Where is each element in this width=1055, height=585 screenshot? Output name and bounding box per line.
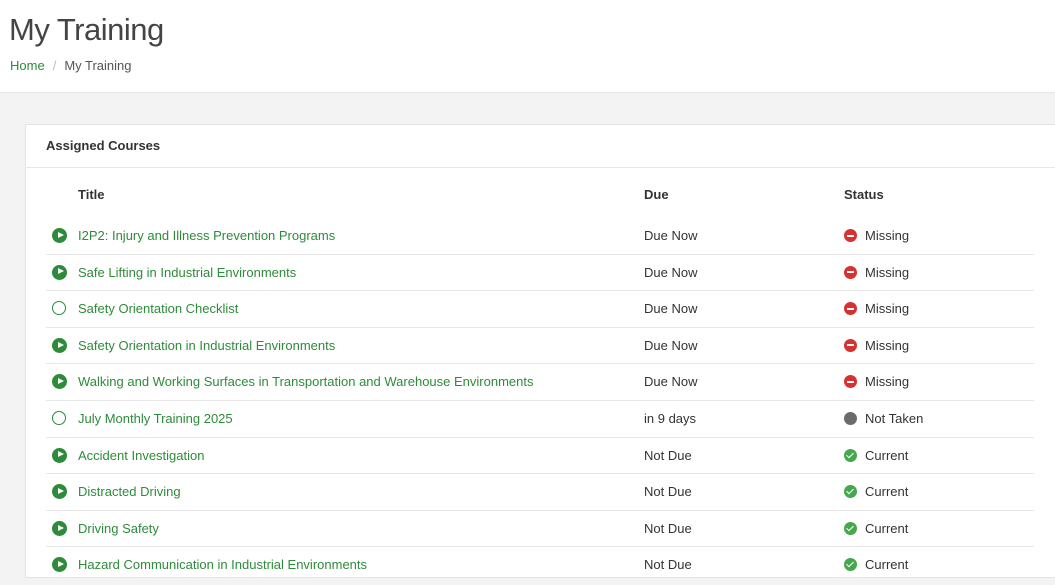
page-header: My Training Home / My Training xyxy=(0,0,1055,93)
play-circle-icon[interactable] xyxy=(52,484,67,500)
table-row: Driving Safety Not Due Current xyxy=(46,511,1034,548)
course-table-body: I2P2: Injury and Illness Prevention Prog… xyxy=(26,218,1055,583)
course-due: Not Due xyxy=(644,520,692,536)
course-title-link[interactable]: Safety Orientation Checklist xyxy=(78,301,238,316)
card-title: Assigned Courses xyxy=(46,138,161,153)
table-row: Accident Investigation Not Due Current xyxy=(46,438,1034,475)
course-due: Not Due xyxy=(644,484,692,500)
breadcrumb-separator: / xyxy=(52,58,57,73)
course-due: Due Now xyxy=(644,374,698,390)
breadcrumb-home-link[interactable]: Home xyxy=(10,58,45,73)
minus-circle-icon xyxy=(844,375,857,389)
course-due: Not Due xyxy=(644,447,692,463)
table-row: I2P2: Injury and Illness Prevention Prog… xyxy=(46,218,1034,255)
open-circle-icon[interactable] xyxy=(52,410,66,425)
column-header-due: Due xyxy=(644,187,669,202)
gray-circle-icon xyxy=(844,411,857,425)
check-circle-icon xyxy=(844,558,857,572)
table-row: July Monthly Training 2025 in 9 days Not T… xyxy=(46,401,1034,438)
table-header: Title Due Status xyxy=(26,168,1055,218)
minus-circle-icon xyxy=(844,265,857,279)
check-circle-icon xyxy=(844,521,857,535)
minus-circle-icon xyxy=(844,229,857,242)
minus-circle-icon xyxy=(844,302,857,316)
play-circle-icon[interactable] xyxy=(52,520,67,536)
open-circle-icon[interactable] xyxy=(52,301,66,316)
play-circle-icon[interactable] xyxy=(52,337,67,353)
course-status: Not Taken xyxy=(865,410,924,426)
course-status: Current xyxy=(865,447,909,463)
course-due: Due Now xyxy=(644,337,698,353)
course-due: Due Now xyxy=(644,301,698,317)
course-due: Due Now xyxy=(644,228,698,243)
play-circle-icon[interactable] xyxy=(52,557,67,573)
course-due: Not Due xyxy=(644,557,692,573)
column-header-status: Status xyxy=(844,187,884,202)
course-status: Missing xyxy=(865,228,910,243)
table-row: Distracted Driving Not Due Current xyxy=(46,474,1034,511)
page-title: My Training xyxy=(9,12,164,47)
breadcrumb-current: My Training xyxy=(64,58,132,73)
card-header: Assigned Courses xyxy=(26,125,1055,168)
course-due: in 9 days xyxy=(644,410,697,426)
play-circle-icon[interactable] xyxy=(52,447,67,463)
course-status: Missing xyxy=(865,337,910,353)
table-row: Safe Lifting in Industrial Environments D… xyxy=(46,255,1034,292)
course-status: Current xyxy=(865,557,909,573)
course-status: Missing xyxy=(865,374,910,390)
table-row: Walking and Working Surfaces in Transpor… xyxy=(46,364,1034,401)
table-row: Hazard Communication in Industrial Envir… xyxy=(46,547,1034,583)
play-circle-icon[interactable] xyxy=(52,374,67,390)
course-status: Missing xyxy=(865,301,910,317)
course-title-link[interactable]: Distracted Driving xyxy=(78,484,181,499)
course-title-link[interactable]: Safe Lifting in Industrial Environments xyxy=(78,265,296,280)
minus-circle-icon xyxy=(844,338,857,352)
course-title-link[interactable]: Accident Investigation xyxy=(78,448,204,463)
table-row: Safety Orientation in Industrial Environ… xyxy=(46,328,1034,365)
course-title-link[interactable]: Hazard Communication in Industrial Envir… xyxy=(78,557,367,572)
breadcrumb: Home / My Training xyxy=(10,58,132,73)
course-title-link[interactable]: Safety Orientation in Industrial Environ… xyxy=(78,338,335,353)
course-title-link[interactable]: Driving Safety xyxy=(78,521,159,536)
assigned-courses-card: Assigned Courses Title Due Status I2P2: … xyxy=(25,124,1055,578)
table-row: Safety Orientation Checklist Due Now Missi… xyxy=(46,291,1034,328)
check-circle-icon xyxy=(844,448,857,462)
check-circle-icon xyxy=(844,485,857,499)
course-title-link[interactable]: I2P2: Injury and Illness Prevention Prog… xyxy=(78,228,335,243)
column-header-title: Title xyxy=(78,187,105,202)
course-title-link[interactable]: Walking and Working Surfaces in Transpor… xyxy=(78,374,533,389)
course-status: Current xyxy=(865,520,909,536)
course-status: Current xyxy=(865,484,909,500)
course-status: Missing xyxy=(865,264,910,280)
course-title-link[interactable]: July Monthly Training 2025 xyxy=(78,411,233,426)
play-circle-icon[interactable] xyxy=(52,264,67,280)
play-circle-icon[interactable] xyxy=(52,228,67,243)
course-due: Due Now xyxy=(644,264,698,280)
